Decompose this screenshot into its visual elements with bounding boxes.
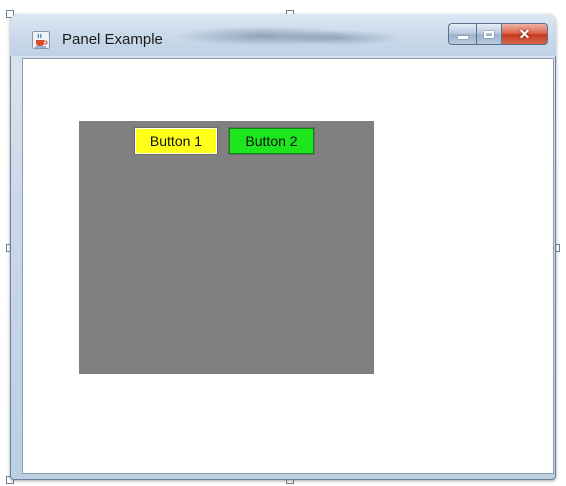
java-cup-icon[interactable] [32, 31, 50, 49]
close-button[interactable]: ✕ [502, 23, 548, 45]
window-title: Panel Example [62, 31, 163, 48]
button-1[interactable]: Button 1 [134, 127, 218, 155]
title-bar[interactable]: Panel Example ✕ [10, 14, 556, 56]
maximize-icon [484, 30, 494, 38]
button-2[interactable]: Button 2 [228, 127, 315, 155]
minimize-button[interactable] [448, 23, 476, 45]
screenshot-stage: Panel Example ✕ Button 1 Button 2 [0, 0, 566, 486]
window-controls: ✕ [448, 23, 548, 45]
gray-panel: Button 1 Button 2 [79, 121, 374, 374]
close-icon: ✕ [518, 26, 531, 42]
minimize-icon [457, 35, 468, 39]
maximize-button[interactable] [476, 23, 502, 45]
window-content-pane: Button 1 Button 2 [22, 58, 554, 474]
